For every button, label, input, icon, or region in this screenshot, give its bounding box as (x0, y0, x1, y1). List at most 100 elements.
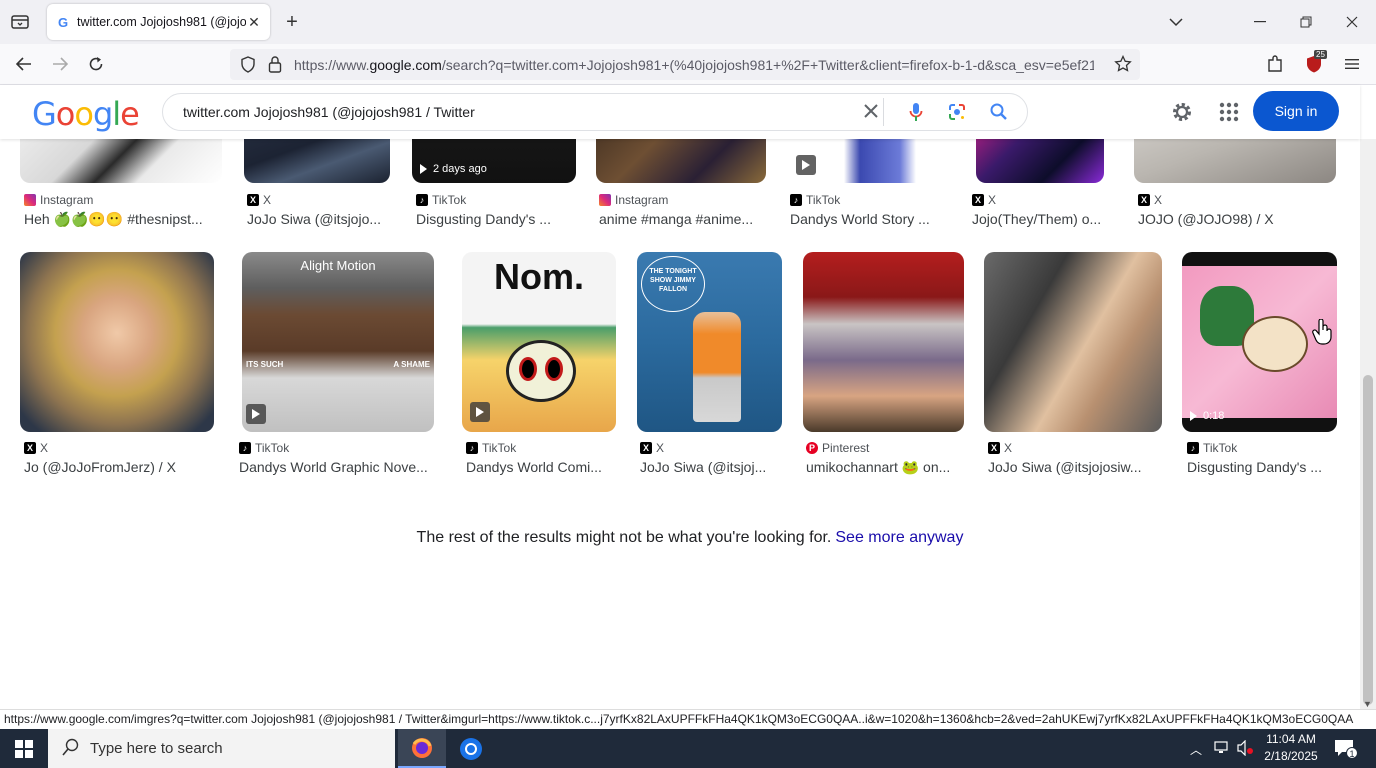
result-thumbnail[interactable] (788, 139, 948, 183)
result-caption[interactable]: Heh 🍏🍏😶😶 #thesnipst... (24, 211, 224, 228)
list-all-tabs-icon[interactable] (6, 10, 34, 34)
overlay-text: ITS SUCH (246, 360, 284, 369)
notification-center-icon[interactable]: 1 (1334, 739, 1358, 762)
scroll-down-arrow-icon[interactable]: ▼ (1363, 699, 1372, 709)
x-icon: X (247, 194, 259, 206)
system-clock[interactable]: 11:04 AM 2/18/2025 (1258, 731, 1324, 765)
tiktok-icon: ♪ (790, 194, 802, 206)
chevron-down-icon[interactable] (1164, 10, 1188, 34)
source-label: Instagram (615, 193, 669, 207)
voice-search-icon[interactable] (909, 102, 923, 127)
hand-cursor-icon (1312, 318, 1334, 350)
badge-text: 2 days ago (433, 163, 487, 175)
extensions-icon[interactable] (1264, 53, 1286, 75)
active-tab[interactable]: G twitter.com Jojojosh981 (@jojoj ✕ (47, 4, 270, 40)
minimize-icon[interactable] (1246, 10, 1274, 34)
source-label: Pinterest (822, 441, 870, 455)
result-thumbnail[interactable]: Nom. (462, 252, 616, 432)
windows-logo-icon (15, 739, 33, 758)
result-caption[interactable]: JoJo Siwa (@itsjojosiw... (988, 459, 1158, 475)
new-tab-icon[interactable]: + (280, 10, 304, 34)
overlay-text: Alight Motion (300, 258, 376, 273)
menu-icon[interactable] (1340, 52, 1364, 76)
taskbar-search-box[interactable]: Type here to search (48, 729, 395, 768)
google-logo[interactable]: Google (32, 95, 140, 133)
address-bar[interactable]: https://www.google.com/search?q=twitter.… (230, 49, 1140, 80)
source-label: Instagram (40, 193, 94, 207)
x-icon: X (24, 442, 36, 454)
result-caption[interactable]: JoJo Siwa (@itsjoj... (640, 459, 780, 475)
close-tab-icon[interactable]: ✕ (246, 14, 262, 31)
result-thumbnail[interactable] (244, 139, 390, 183)
vertical-scrollbar[interactable]: ▼ (1360, 139, 1376, 709)
result-thumbnail[interactable] (976, 139, 1104, 183)
result-thumbnail[interactable] (596, 139, 766, 183)
see-more-anyway-link[interactable]: See more anyway (835, 529, 963, 546)
reload-icon[interactable] (84, 52, 108, 76)
result-source: XX (24, 441, 48, 455)
result-source: ♪ TikTok (466, 441, 516, 455)
result-thumbnail[interactable] (803, 252, 964, 432)
badge-text: 0:18 (1203, 410, 1225, 422)
restore-icon[interactable] (1292, 10, 1320, 34)
clock-date: 2/18/2025 (1264, 749, 1318, 763)
start-button[interactable] (0, 729, 48, 768)
character-face-shape (506, 340, 576, 402)
forward-icon[interactable] (48, 52, 72, 76)
search-input[interactable] (183, 104, 843, 120)
result-caption[interactable]: Dandys World Story ... (790, 211, 950, 227)
search-icon[interactable] (989, 102, 1009, 127)
result-caption[interactable]: Dandys World Comi... (466, 459, 616, 475)
settings-gear-icon[interactable] (1170, 100, 1194, 129)
firefox-taskbar-icon[interactable] (398, 729, 446, 768)
extension-badge: 25 (1314, 50, 1327, 59)
rest-of-results-message: The rest of the results might not be wha… (0, 529, 1360, 547)
video-play-icon (796, 155, 816, 175)
result-caption[interactable]: Jojo(They/Them) o... (972, 211, 1112, 227)
result-thumbnail[interactable]: THE TONIGHT SHOW JIMMY FALLON (637, 252, 782, 432)
taskbar-search-placeholder: Type here to search (90, 740, 223, 757)
result-caption[interactable]: Disgusting Dandy's ... (416, 211, 566, 227)
apps-grid-icon[interactable] (1219, 102, 1239, 127)
result-thumbnail[interactable] (20, 139, 222, 183)
chevron-up-icon[interactable]: ︿ (1190, 741, 1202, 758)
play-icon (1190, 411, 1197, 421)
back-icon[interactable] (12, 52, 36, 76)
chrome-taskbar-icon[interactable] (447, 729, 495, 768)
result-thumbnail[interactable] (984, 252, 1162, 432)
clock-time: 11:04 AM (1266, 732, 1316, 746)
ublock-extension-icon[interactable]: 25 (1302, 50, 1327, 76)
result-thumbnail[interactable]: Alight Motion ITS SUCH A SHAME (242, 252, 434, 432)
result-caption[interactable]: JOJO (@JOJO98) / X (1138, 211, 1338, 227)
sign-in-button[interactable]: Sign in (1253, 91, 1339, 131)
result-thumbnail[interactable] (20, 252, 214, 432)
tiktok-icon: ♪ (239, 442, 251, 454)
scrollbar-thumb[interactable] (1363, 375, 1373, 705)
url-domain: google.com (369, 56, 442, 73)
search-icon (62, 738, 80, 760)
url-prefix: https://www. (294, 56, 370, 73)
tab-bar: G twitter.com Jojojosh981 (@jojoj ✕ + (0, 0, 1376, 44)
close-window-icon[interactable] (1338, 10, 1366, 34)
tracking-protection-icon[interactable] (240, 56, 256, 76)
lens-search-icon[interactable] (947, 102, 967, 127)
result-caption[interactable]: JoJo Siwa (@itsjojo... (247, 211, 397, 227)
result-caption[interactable]: anime #manga #anime... (599, 211, 769, 227)
overlay-text: THE TONIGHT SHOW JIMMY FALLON (641, 256, 705, 312)
lock-icon[interactable] (268, 55, 282, 76)
result-thumbnail[interactable] (1134, 139, 1336, 183)
video-duration-badge: 2 days ago (420, 163, 487, 175)
result-thumbnail[interactable]: 2 days ago (412, 139, 576, 183)
x-icon: X (1138, 194, 1150, 206)
result-caption[interactable]: Dandys World Graphic Nove... (239, 459, 437, 475)
volume-muted-icon[interactable] (1236, 739, 1254, 761)
result-caption[interactable]: Disgusting Dandy's ... (1187, 459, 1337, 475)
bookmark-star-icon[interactable] (1114, 54, 1132, 76)
result-source: Instagram (24, 193, 93, 207)
result-caption[interactable]: umikochannart 🐸 on... (806, 459, 962, 476)
result-source: Instagram (599, 193, 668, 207)
result-caption[interactable]: Jo (@JoJoFromJerz) / X (24, 459, 224, 475)
x-icon: X (988, 442, 1000, 454)
clear-search-icon[interactable] (863, 103, 879, 124)
network-icon[interactable] (1214, 741, 1230, 760)
